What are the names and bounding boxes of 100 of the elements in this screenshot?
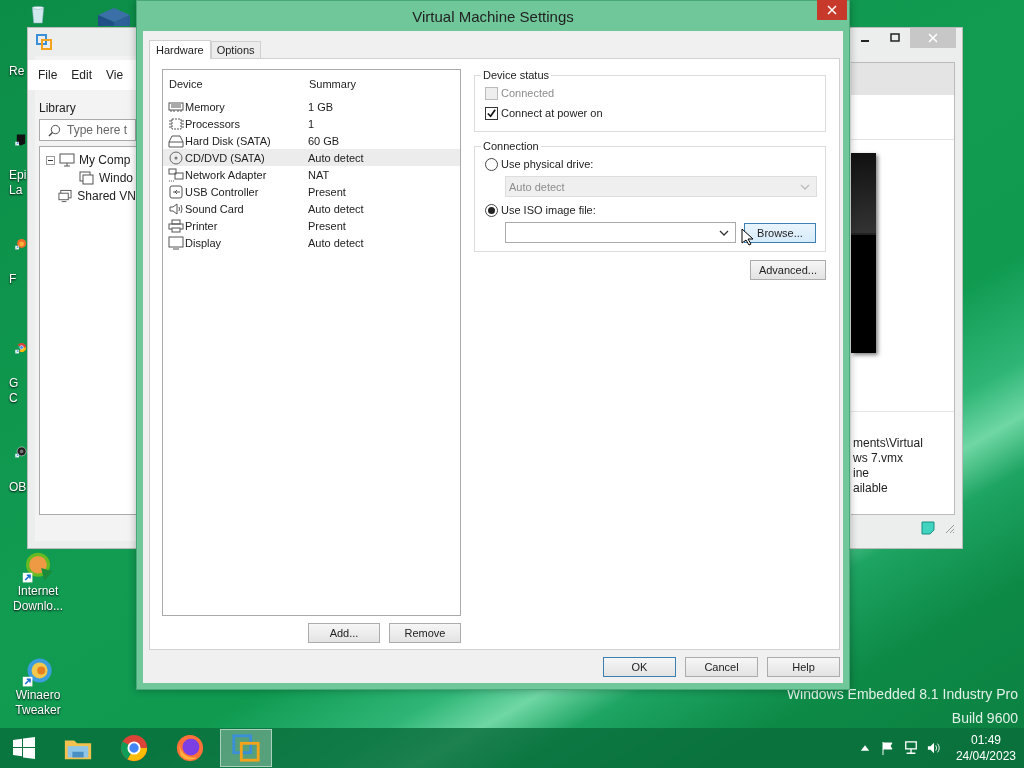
close-icon [827,5,837,15]
device-row[interactable]: Processors 1 [163,115,460,132]
dialog-button[interactable]: Cancel [685,657,758,677]
device-summary: Present [308,219,346,232]
tree-item[interactable]: Windo [99,171,133,185]
tab[interactable]: Hardware [149,40,211,59]
group-title: Device status [482,69,551,81]
radio-button[interactable] [485,203,498,217]
advanced-button[interactable]: Advanced... [749,260,826,280]
menu-item[interactable]: File [38,68,58,82]
speaker-icon[interactable] [926,741,941,755]
clock-date[interactable]: 24/04/2023 [955,748,1016,764]
device-row[interactable]: Hard Disk (SATA) 60 GB [163,132,460,149]
menu-item[interactable]: Vie [106,68,124,82]
device-name: Sound Card [185,202,244,215]
device-summary: Present [308,185,346,198]
resize-grip-icon[interactable] [943,522,955,534]
dialog-button[interactable]: OK [603,657,676,677]
clock-time[interactable]: 01:49 [970,732,1001,748]
column-header[interactable]: Device [163,78,303,90]
memory-icon [168,99,184,114]
tree-item[interactable]: Shared VN [77,189,136,203]
device-name: Hard Disk (SATA) [185,134,271,147]
device-name: Display [185,236,222,249]
usb-icon [168,184,184,199]
device-summary: NAT [308,168,330,181]
chevron-down-icon [800,183,810,190]
dialog-button[interactable]: Help [767,657,840,677]
close-icon [928,33,938,43]
desktop-icon-label: La [8,183,23,198]
monitor-icon [59,153,75,167]
tree-item[interactable]: My Comp [79,153,131,167]
checkbox[interactable] [485,106,498,120]
printer-icon [168,218,184,233]
windows-logo-icon [12,736,36,760]
list-button[interactable]: Remove [389,623,461,643]
desktop-icon-label: Internet [17,584,59,599]
column-header[interactable]: Summary [303,78,357,90]
device-row[interactable]: Network Adapter NAT [163,166,460,183]
device-summary: 60 GB [308,134,340,147]
minimize-icon [861,40,869,42]
device-name: Memory [185,100,225,113]
menu-item[interactable]: Edit [71,68,93,82]
details-text: ws 7.vmx [853,451,904,466]
tab[interactable]: Options [210,41,261,58]
checkbox-label: Connect at power on [501,107,603,119]
disc-icon [168,150,184,165]
collapse-toggle[interactable] [46,155,55,165]
shared-screens-icon [58,189,74,203]
swirl-app-icon[interactable] [22,656,54,688]
windows-stack-icon [79,171,95,185]
device-name: CD/DVD (SATA) [185,151,265,164]
device-summary: 1 [308,117,315,130]
iso-path-field[interactable] [505,222,736,243]
device-row[interactable]: Sound Card Auto detect [163,200,460,217]
device-name: Processors [185,117,241,130]
device-row[interactable]: CD/DVD (SATA) Auto detect [163,149,460,166]
note-icon[interactable] [921,521,935,535]
details-text: ine [853,466,870,481]
flag-icon[interactable] [880,741,895,755]
window-title: Virtual Machine Settings [412,7,574,25]
device-name: Network Adapter [185,168,267,181]
device-summary: Auto detect [308,151,364,164]
maximize-icon [890,33,900,43]
desktop-icon-label: OB [8,480,27,495]
device-row[interactable]: Memory 1 GB [163,98,460,115]
library-title: Library [38,100,77,117]
overlapping-squares-icon [231,733,261,763]
desktop-icon-label: Downlo... [13,599,63,614]
monitor-icon [168,235,184,250]
desktop-icon-label: Winaero [15,688,61,703]
desktop-icon-label: Tweaker [15,703,61,718]
desktop-icon-label: F [8,272,17,287]
group-title: Connection [482,140,540,152]
desktop-icon-label: Re [8,64,25,79]
list-button[interactable]: Add... [308,623,380,643]
checkbox-label: Connected [501,87,555,99]
device-summary: Auto detect [308,202,364,215]
radio-label: Use ISO image file: [501,204,596,216]
search-field[interactable]: Type here t [39,119,136,141]
device-name: USB Controller [185,185,259,198]
app-logo-icon [36,34,52,50]
device-summary: 1 GB [308,100,334,113]
device-name: Printer [185,219,218,232]
device-row[interactable]: Display Auto detect [163,234,460,251]
browse-button[interactable]: Browse... [744,222,816,243]
network-icon[interactable] [903,741,918,755]
radio-label: Use physical drive: [501,158,594,170]
details-text: ments\Virtual [853,436,924,451]
desktop-icon-label: C [8,391,18,406]
desktop-icon-label: Epi [8,168,27,183]
device-row[interactable]: USB Controller Present [163,183,460,200]
browser-icon [119,733,149,763]
device-row[interactable]: Printer Present [163,217,460,234]
download-app-icon[interactable] [22,552,54,584]
close-button[interactable] [817,0,847,20]
fox-browser-icon [175,733,205,763]
search-icon [48,123,61,137]
network-icon [168,167,184,182]
os-edition-text: Windows Embedded 8.1 Industry Pro [786,685,1018,703]
